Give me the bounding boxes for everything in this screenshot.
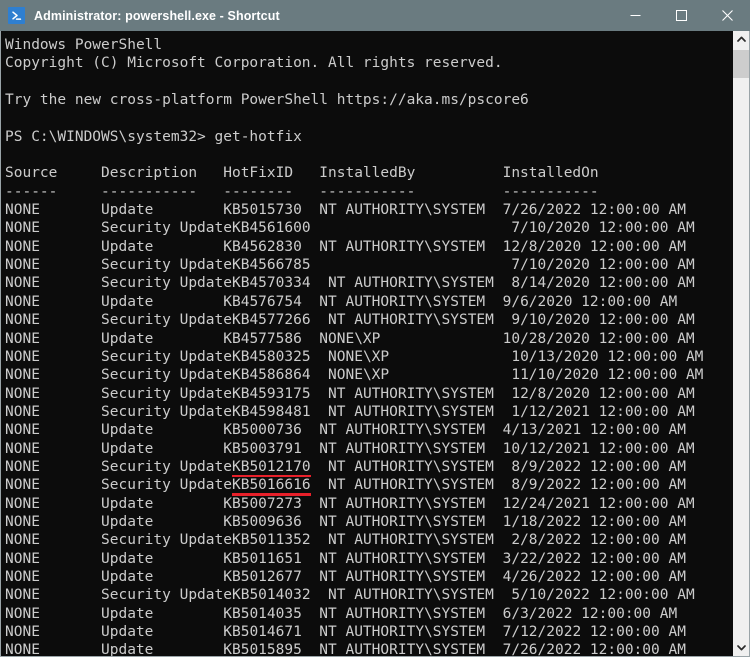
table-row: NONE Security UpdateKB4593175 NT AUTHORI… xyxy=(5,385,695,402)
table-body: NONE Update KB5015730 NT AUTHORITY\SYSTE… xyxy=(5,201,732,656)
hotfix-id: KB5007273 xyxy=(223,495,302,512)
hotfix-id-highlighted: KB5012170 xyxy=(231,458,311,478)
table-row: NONE Update KB5009636 NT AUTHORITY\SYSTE… xyxy=(5,513,686,530)
table-row: NONE Security UpdateKB5016616 NT AUTHORI… xyxy=(5,477,686,496)
scrollbar-up-button[interactable] xyxy=(733,31,749,48)
banner-line: Copyright (C) Microsoft Corporation. All… xyxy=(5,55,503,72)
hotfix-id: KB5003791 xyxy=(223,440,302,457)
table-row: NONE Update KB5014671 NT AUTHORITY\SYSTE… xyxy=(5,624,686,640)
chevron-up-icon xyxy=(736,36,746,42)
hotfix-id: KB4577586 xyxy=(223,330,302,347)
powershell-window: Administrator: powershell.exe - Shortcut xyxy=(0,0,750,657)
hotfix-id: KB4598481 xyxy=(231,403,311,420)
hotfix-id: KB4586864 xyxy=(231,367,311,384)
table-row: NONE Security UpdateKB4577266 NT AUTHORI… xyxy=(5,312,695,329)
chevron-down-icon xyxy=(736,645,746,651)
banner-blank-line xyxy=(5,73,732,91)
powershell-icon xyxy=(8,7,25,24)
hotfix-id: KB4566785 xyxy=(231,257,311,274)
hotfix-id: KB5015730 xyxy=(223,202,302,219)
table-row: NONE Update KB4577586 NONE\XP 10/28/2020… xyxy=(5,330,695,347)
window-title: Administrator: powershell.exe - Shortcut xyxy=(34,8,280,23)
table-row: NONE Security UpdateKB4580325 NONE\XP 10… xyxy=(5,348,704,365)
window-controls xyxy=(612,0,750,31)
hotfix-id: KB4577266 xyxy=(231,312,311,329)
maximize-button[interactable] xyxy=(658,0,704,31)
hotfix-id: KB5011352 xyxy=(231,532,311,549)
scrollbar[interactable] xyxy=(732,31,749,656)
hotfix-id: KB5009636 xyxy=(223,513,302,530)
table-row: NONE Update KB5015895 NT AUTHORITY\SYSTE… xyxy=(5,641,732,656)
hotfix-id: KB5015895 xyxy=(223,642,302,656)
hotfix-id: KB4580325 xyxy=(231,348,311,365)
table-row: NONE Update KB5007273 NT AUTHORITY\SYSTE… xyxy=(5,495,695,512)
table-row: NONE Update KB5012677 NT AUTHORITY\SYSTE… xyxy=(5,568,686,585)
title-bar-left: Administrator: powershell.exe - Shortcut xyxy=(0,7,612,24)
hotfix-id: KB4593175 xyxy=(231,385,311,402)
title-bar: Administrator: powershell.exe - Shortcut xyxy=(0,0,750,31)
console-area: Windows PowerShell Copyright (C) Microso… xyxy=(0,31,750,657)
banner-line: Windows PowerShell xyxy=(5,37,163,53)
hotfix-id: KB5014035 xyxy=(223,605,302,622)
hotfix-id: KB5014032 xyxy=(231,587,311,604)
table-row: NONE Update KB5000736 NT AUTHORITY\SYSTE… xyxy=(5,422,686,439)
scrollbar-track[interactable] xyxy=(733,48,749,639)
table-row: NONE Security UpdateKB4566785 7/10/2020 … xyxy=(5,257,695,274)
hotfix-id: KB4570334 xyxy=(231,275,311,292)
table-header-row: Source Description HotFixID InstalledBy … xyxy=(5,165,599,182)
table-row: NONE Security UpdateKB4570334 NT AUTHORI… xyxy=(5,275,695,292)
hotfix-id-highlighted: KB5016616 xyxy=(231,477,311,496)
table-row: NONE Update KB5014035 NT AUTHORITY\SYSTE… xyxy=(5,605,678,622)
banner-line: Try the new cross-platform PowerShell ht… xyxy=(5,92,529,109)
table-row: NONE Update KB4562830 NT AUTHORITY\SYSTE… xyxy=(5,238,686,255)
hotfix-id: KB4576754 xyxy=(223,293,302,310)
table-row: NONE Security UpdateKB5012170 NT AUTHORI… xyxy=(5,458,686,478)
scrollbar-thumb[interactable] xyxy=(733,50,749,78)
command-line: PS C:\WINDOWS\system32> get-hotfix xyxy=(5,128,302,145)
hotfix-id: KB5000736 xyxy=(223,422,302,439)
table-row: NONE Update KB5003791 NT AUTHORITY\SYSTE… xyxy=(5,440,695,457)
table-row: NONE Security UpdateKB4586864 NONE\XP 11… xyxy=(5,367,704,384)
hotfix-id: KB4562830 xyxy=(223,238,302,255)
console-output[interactable]: Windows PowerShell Copyright (C) Microso… xyxy=(1,31,732,656)
hotfix-id: KB5014671 xyxy=(223,624,302,640)
table-row: NONE Update KB5015730 NT AUTHORITY\SYSTE… xyxy=(5,202,686,219)
hotfix-id: KB5011651 xyxy=(223,550,302,567)
table-row: NONE Security UpdateKB4561600 7/10/2020 … xyxy=(5,220,695,237)
close-button[interactable] xyxy=(704,0,750,31)
minimize-button[interactable] xyxy=(612,0,658,31)
table-row: NONE Security UpdateKB4598481 NT AUTHORI… xyxy=(5,403,695,420)
table-row: NONE Security UpdateKB5014032 NT AUTHORI… xyxy=(5,587,695,604)
scrollbar-down-button[interactable] xyxy=(733,639,749,656)
table-row: NONE Security UpdateKB5011352 NT AUTHORI… xyxy=(5,532,686,549)
table-row: NONE Update KB5011651 NT AUTHORITY\SYSTE… xyxy=(5,550,686,567)
table-row: NONE Update KB4576754 NT AUTHORITY\SYSTE… xyxy=(5,293,678,310)
table-rule-row: ------ ----------- -------- ----------- … xyxy=(5,183,599,200)
hotfix-id: KB5012677 xyxy=(223,568,302,585)
hotfix-id: KB4561600 xyxy=(231,220,311,237)
